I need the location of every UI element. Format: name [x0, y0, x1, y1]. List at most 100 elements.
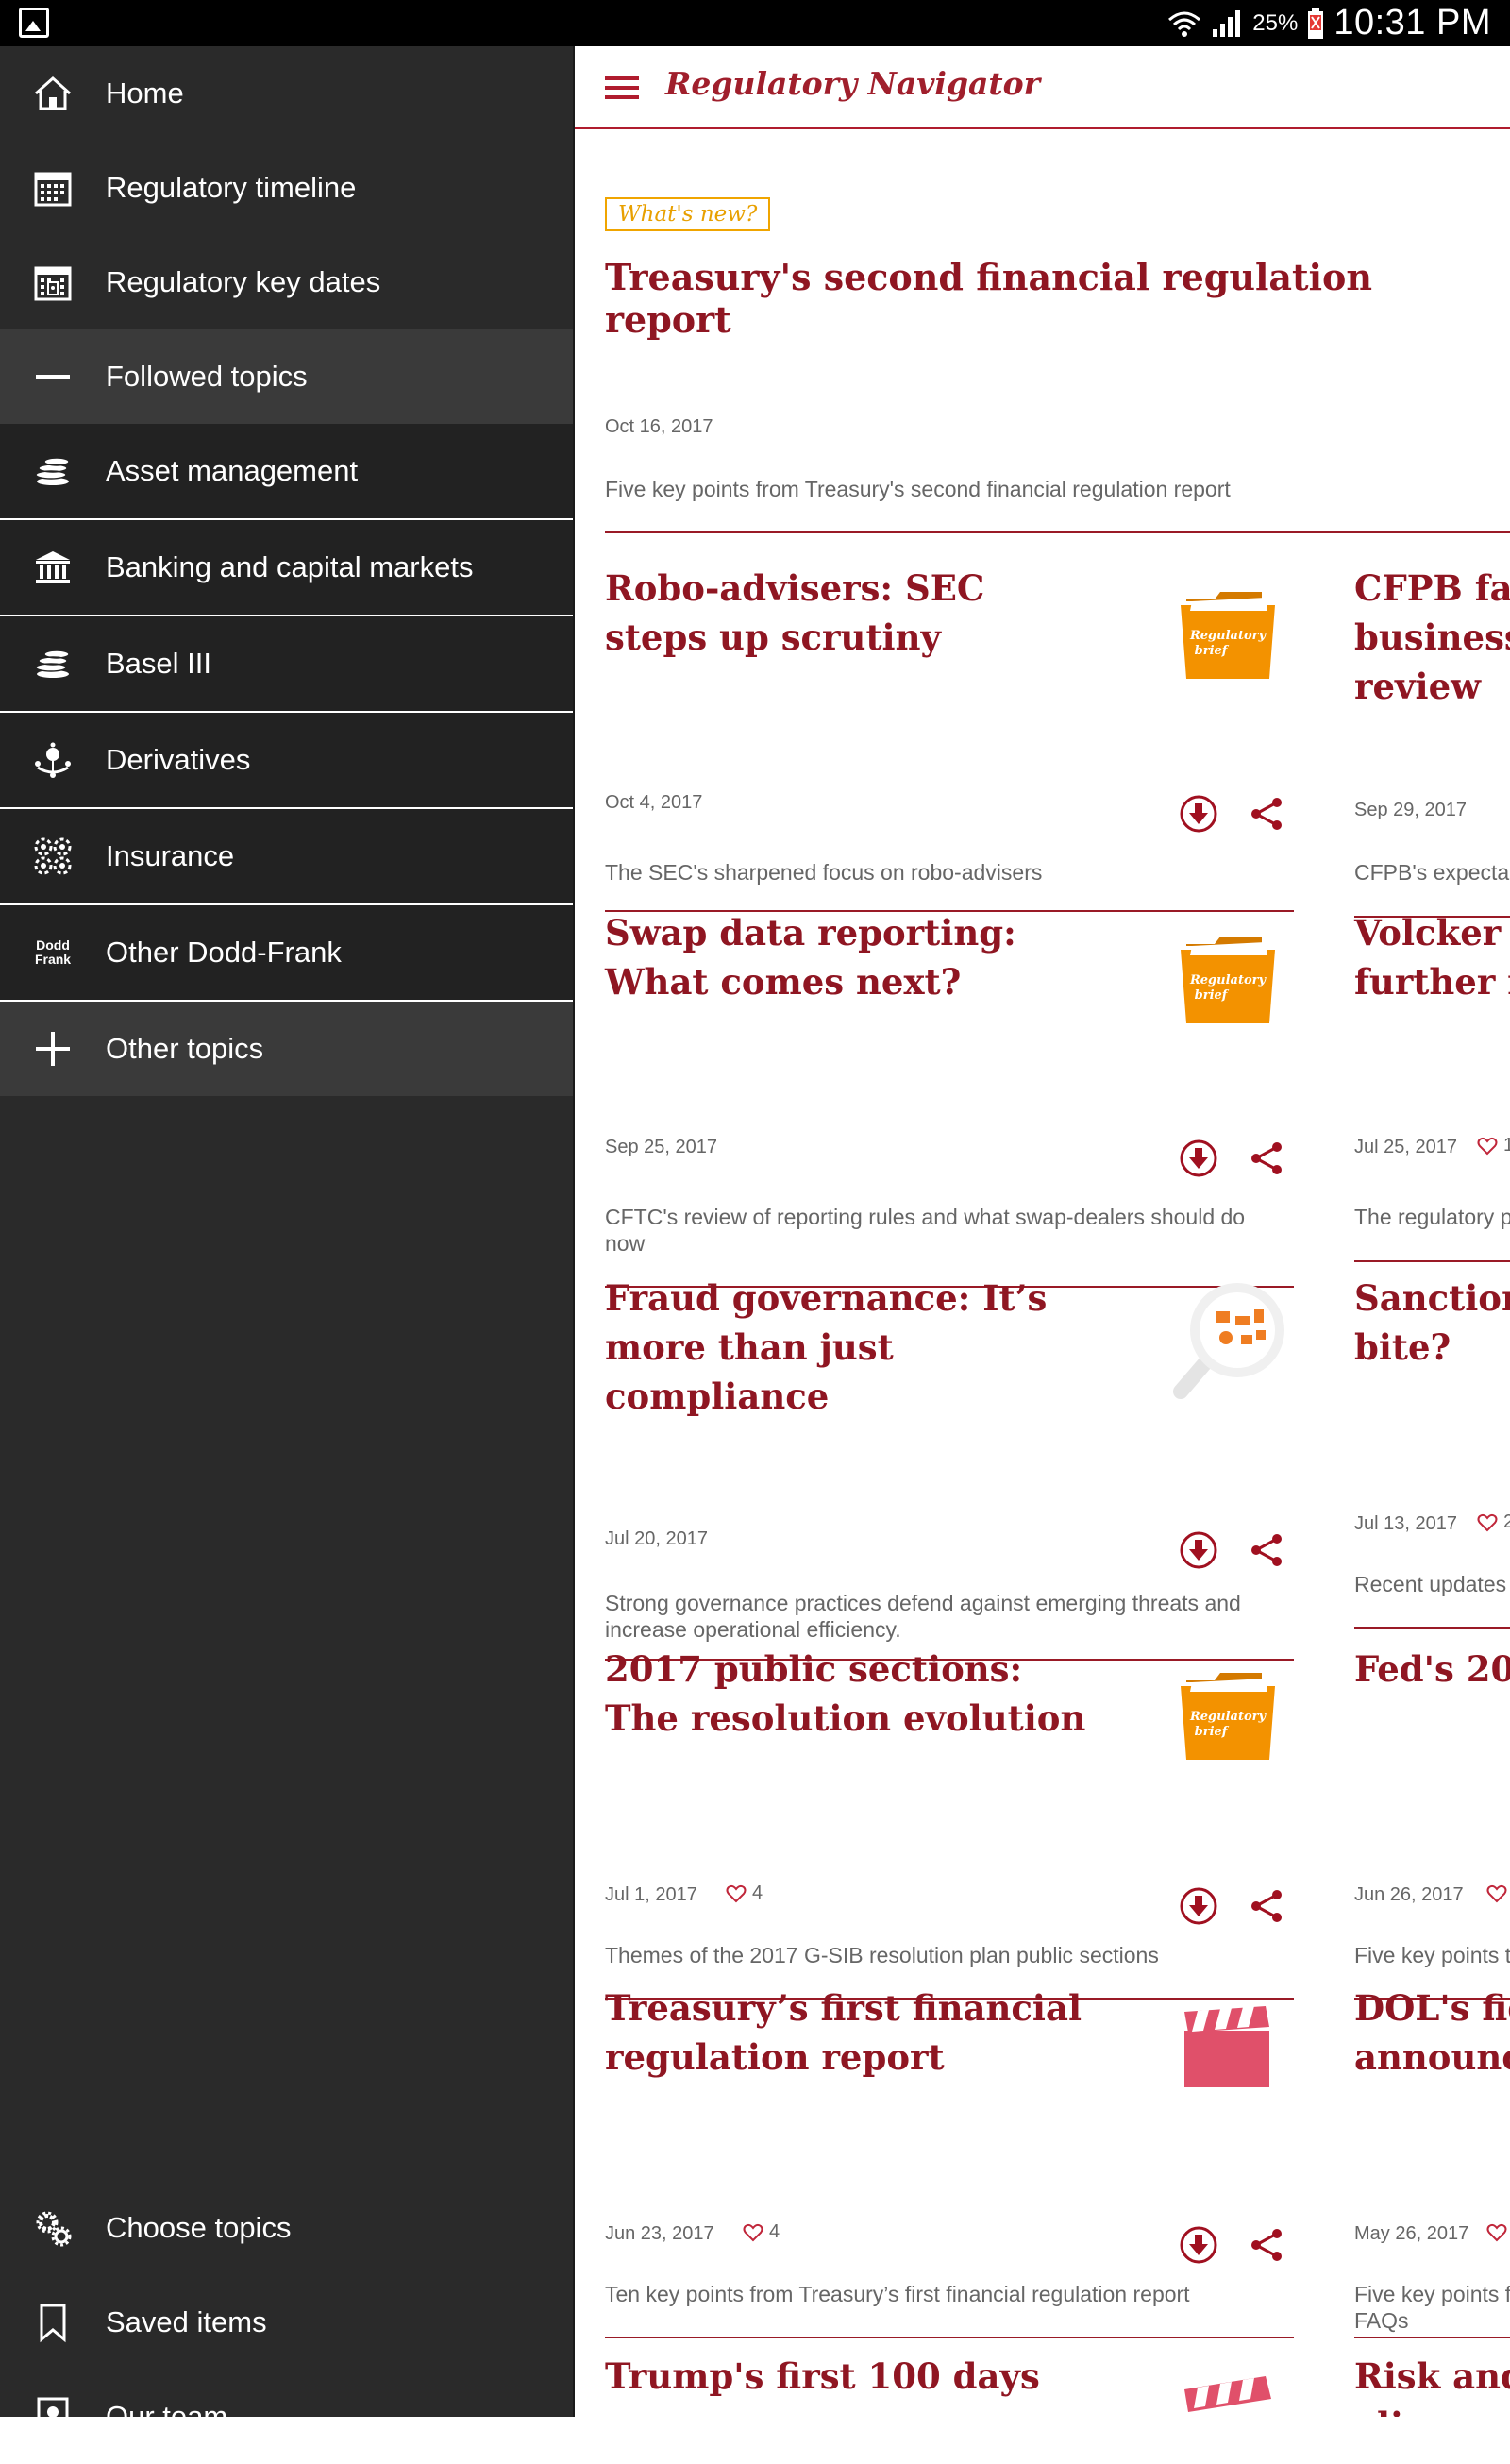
- article-title-line: Risk and: [1354, 2355, 1510, 2397]
- drawer-item-label: Regulatory key dates: [106, 265, 381, 298]
- drawer-item-asset-management[interactable]: Asset management: [0, 424, 573, 520]
- article-date: Jun 26, 2017: [1354, 1884, 1464, 1905]
- drawer-item-insurance[interactable]: Insurance: [0, 809, 573, 905]
- article-card[interactable]: Sanction bite? Jul 13, 2017 2 Recent upd…: [1354, 1274, 1510, 1632]
- plus-icon: [28, 1024, 77, 1073]
- drawer-item-derivatives[interactable]: Derivatives: [0, 713, 573, 809]
- article-title-line: DOL's fid: [1354, 1987, 1510, 2029]
- drawer-section-followed-topics[interactable]: Followed topics: [0, 329, 573, 424]
- article-date: Jul 13, 2017: [1354, 1513, 1457, 1534]
- article-description-line: Five key points f: [1354, 2282, 1510, 2306]
- drawer-item-label: Banking and capital markets: [106, 550, 474, 583]
- heart-icon: [1477, 1513, 1498, 1531]
- video-clapper-icon: [1171, 2371, 1284, 2417]
- drawer-section-other-topics[interactable]: Other topics: [0, 1002, 573, 1096]
- drawer-item-banking-capital-markets[interactable]: Banking and capital markets: [0, 520, 573, 616]
- battery-percent: 25%: [1252, 9, 1299, 36]
- article-title[interactable]: Trump's first 100 days: [605, 2352, 1133, 2401]
- drawer-item-regulatory-timeline[interactable]: Regulatory timeline: [0, 141, 573, 235]
- drawer-item-label: Our team: [106, 2400, 228, 2433]
- svg-text:brief: brief: [1195, 1725, 1230, 1739]
- drawer-item-our-team[interactable]: Our team: [0, 2370, 573, 2464]
- regulatory-brief-folder-icon: Regulatory brief: [1171, 573, 1284, 686]
- article-card[interactable]: Volcker R further r Jul 25, 2017 1 The r…: [1354, 908, 1510, 1267]
- drawer-item-home[interactable]: Home: [0, 46, 573, 141]
- download-icon[interactable]: [1179, 1139, 1218, 1178]
- download-icon[interactable]: [1179, 794, 1218, 834]
- dodd-frank-icon: Dodd Frank: [34, 937, 72, 967]
- video-clapper-icon: [1171, 1993, 1284, 2106]
- regulatory-brief-folder-icon: Regulatory brief: [1171, 918, 1284, 1031]
- menu-icon[interactable]: [605, 76, 639, 99]
- article-title[interactable]: Volcker R further r: [1354, 908, 1510, 1006]
- article-description: Strong governance practices defend again…: [605, 1591, 1241, 1642]
- article-title[interactable]: Swap data reporting: What comes next?: [605, 908, 1096, 1006]
- article-description: Five key points f FAQs: [1354, 2281, 1510, 2334]
- drawer-item-label: Regulatory timeline: [106, 171, 357, 204]
- likes-count: 4: [769, 2221, 780, 2242]
- article-title-line: bite?: [1354, 1326, 1451, 1368]
- article-card[interactable]: Swap data reporting: What comes next? Re…: [605, 908, 1294, 1288]
- article-title-line: further r: [1354, 961, 1510, 1003]
- share-icon[interactable]: [1247, 2225, 1286, 2265]
- article-card[interactable]: Fraud governance: It’s more than just co…: [605, 1274, 1294, 1661]
- featured-date: Oct 16, 2017: [605, 416, 713, 437]
- share-icon[interactable]: [1247, 1886, 1286, 1926]
- drawer-item-regulatory-key-dates[interactable]: Regulatory key dates: [0, 235, 573, 329]
- heart-icon[interactable]: [1486, 1884, 1507, 1903]
- article-card[interactable]: 2017 public sections: The resolution evo…: [605, 1645, 1294, 2003]
- download-icon[interactable]: [1179, 1530, 1218, 1570]
- article-card[interactable]: Treasury’s first financial regulation re…: [605, 1983, 1294, 2342]
- app-bar: Regulatory Navigator: [575, 46, 1510, 129]
- article-title[interactable]: Fed's 201: [1354, 1645, 1510, 1694]
- article-card[interactable]: DOL's fid announc May 26, 2017 Five key …: [1354, 1983, 1510, 2342]
- article-card[interactable]: Risk and alignme: [1354, 2352, 1510, 2417]
- share-icon[interactable]: [1247, 794, 1286, 834]
- article-title-line: Sanction: [1354, 1277, 1510, 1319]
- likes-count: 2: [1503, 1511, 1510, 1533]
- gallery-notification-icon: [19, 8, 49, 38]
- article-card[interactable]: Fed's 201 Jun 26, 2017 Five key points t: [1354, 1645, 1510, 2003]
- article-title[interactable]: 2017 public sections: The resolution evo…: [605, 1645, 1096, 1743]
- article-title-line: review: [1354, 666, 1481, 707]
- article-date: Jul 20, 2017: [605, 1528, 708, 1549]
- article-title[interactable]: DOL's fid announc: [1354, 1983, 1510, 2082]
- likes[interactable]: 4: [743, 2221, 780, 2243]
- article-title[interactable]: Treasury’s first financial regulation re…: [605, 1983, 1096, 2082]
- home-icon: [28, 69, 77, 118]
- article-title[interactable]: Robo-advisers: SEC steps up scrutiny: [605, 564, 1096, 662]
- share-icon[interactable]: [1247, 1530, 1286, 1570]
- article-title[interactable]: Fraud governance: It’s more than just co…: [605, 1274, 1096, 1421]
- article-card[interactable]: Robo-advisers: SEC steps up scrutiny Reg…: [605, 564, 1294, 913]
- drawer-item-basel-iii[interactable]: Basel III: [0, 616, 573, 713]
- drawer-item-saved-items[interactable]: Saved items: [0, 2275, 573, 2370]
- coins-icon: [28, 639, 77, 688]
- article-title[interactable]: CFPB fair business review: [1354, 564, 1510, 711]
- magnifier-icon: [1162, 1274, 1294, 1406]
- calendar-icon: [28, 163, 77, 212]
- featured-title[interactable]: Treasury's second financial regulation r…: [605, 256, 1492, 341]
- bookmark-icon: [28, 2298, 77, 2347]
- app-title: Regulatory Navigator: [665, 65, 1041, 102]
- drawer-item-label: Basel III: [106, 647, 211, 680]
- heart-icon[interactable]: [1486, 2223, 1507, 2242]
- article-title[interactable]: Sanction bite?: [1354, 1274, 1510, 1372]
- download-icon[interactable]: [1179, 1886, 1218, 1926]
- article-description: Recent updates: [1354, 1572, 1507, 1596]
- article-title-line: Volcker R: [1354, 912, 1510, 954]
- drawer-item-other-dodd-frank[interactable]: Dodd Frank Other Dodd-Frank: [0, 905, 573, 1002]
- derivatives-icon: [28, 735, 77, 785]
- download-icon[interactable]: [1179, 2225, 1218, 2265]
- article-description: CFTC's review of reporting rules and wha…: [605, 1205, 1246, 1256]
- drawer-item-choose-topics[interactable]: Choose topics: [0, 2181, 573, 2275]
- article-card[interactable]: Trump's first 100 days: [605, 2352, 1294, 2417]
- article-title-line: Fed's 201: [1354, 1648, 1510, 1690]
- main-content: Regulatory Navigator What's new? Treasur…: [573, 46, 1510, 2417]
- likes[interactable]: 1: [1477, 1135, 1510, 1156]
- share-icon[interactable]: [1247, 1139, 1286, 1178]
- svg-text:Regulatory: Regulatory: [1189, 973, 1267, 987]
- likes[interactable]: 2: [1477, 1511, 1510, 1533]
- article-card[interactable]: CFPB fair business review Sep 29, 2017 C…: [1354, 564, 1510, 922]
- article-title[interactable]: Risk and alignme: [1354, 2352, 1510, 2417]
- likes[interactable]: 4: [726, 1882, 763, 1904]
